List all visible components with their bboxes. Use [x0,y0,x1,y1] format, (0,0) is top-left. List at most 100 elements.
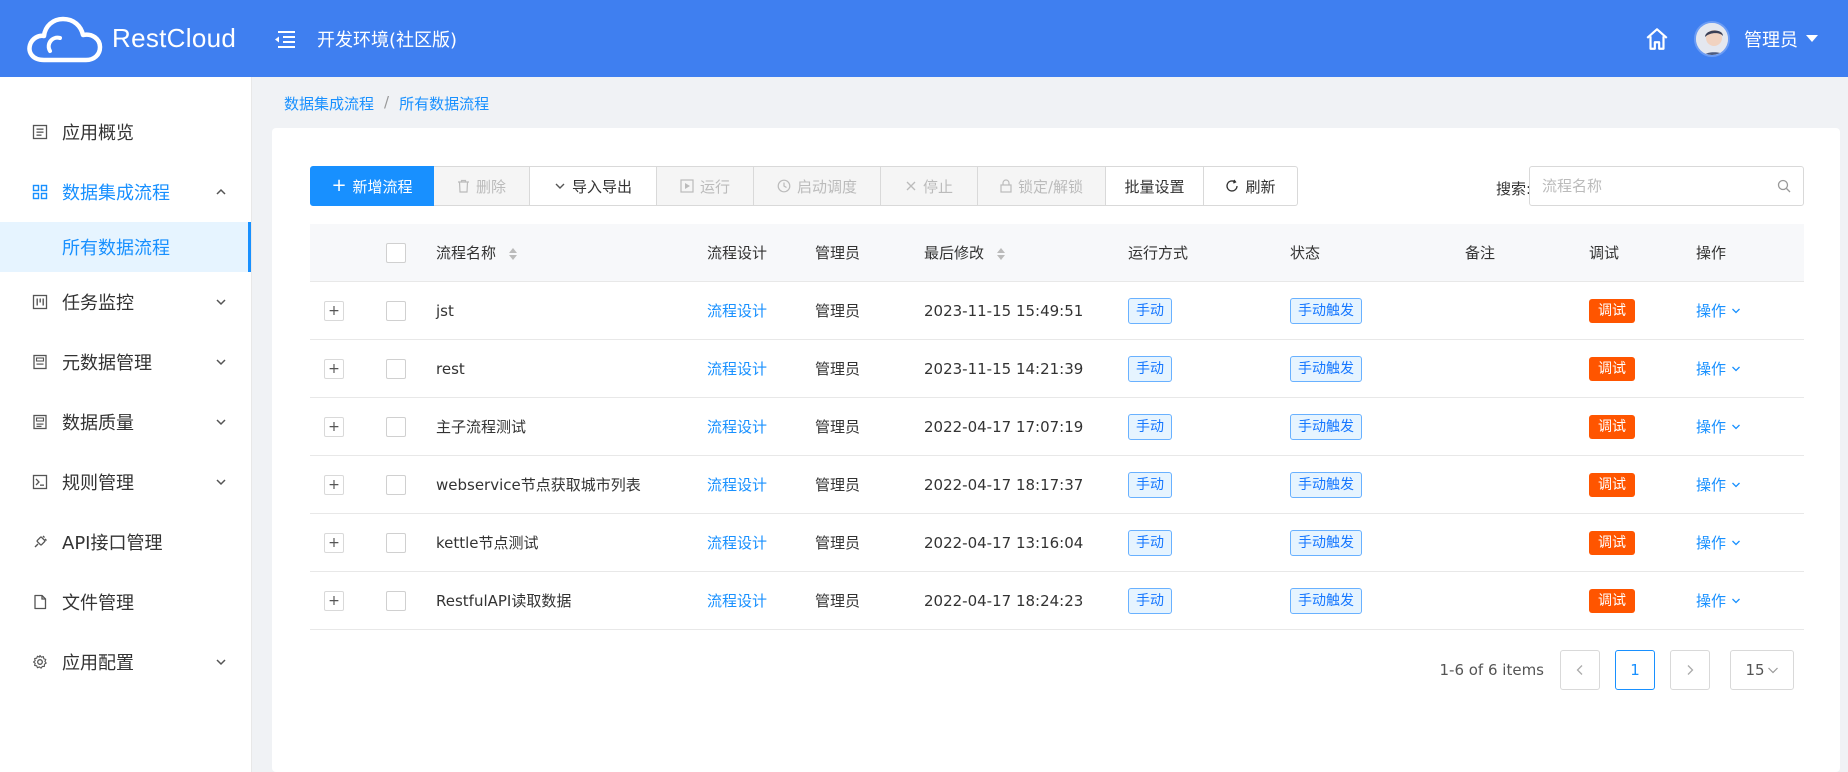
expand-row-button[interactable]: + [324,416,344,437]
ops-dropdown[interactable]: 操作 [1696,474,1741,495]
header-status: 状态 [1290,244,1321,262]
sidebar-item-data-integration[interactable]: 数据集成流程 [0,162,251,222]
select-all-checkbox[interactable] [386,242,406,263]
header-run-mode: 运行方式 [1128,244,1189,262]
search-box[interactable] [1529,166,1804,206]
status-tag: 手动触发 [1290,471,1362,498]
chevron-down-icon [1732,598,1740,603]
sidebar-item-overview[interactable]: 应用概览 [0,102,251,162]
flow-design-link[interactable]: 流程设计 [707,418,767,436]
run-mode-tag: 手动 [1128,413,1172,440]
prev-page-button[interactable] [1560,650,1600,690]
add-flow-button[interactable]: + 新增流程 [310,166,434,206]
flow-design-link[interactable]: 流程设计 [707,592,767,610]
refresh-label: 刷新 [1245,177,1276,196]
row-checkbox[interactable] [386,474,406,495]
expand-row-button[interactable]: + [324,474,344,495]
next-page-button[interactable] [1670,650,1710,690]
ops-label: 操作 [1696,534,1727,552]
import-export-button[interactable]: 导入导出 [530,166,657,206]
start-schedule-button[interactable]: 启动调度 [754,166,881,206]
ops-dropdown[interactable]: 操作 [1696,300,1741,321]
plus-icon: + [331,175,347,196]
row-checkbox[interactable] [386,590,406,611]
sidebar-item-metadata[interactable]: 元数据管理 [0,332,251,392]
status-tag: 手动触发 [1290,413,1362,440]
user-avatar-icon [1696,22,1728,55]
debug-button[interactable]: 调试 [1589,414,1635,439]
delete-button[interactable]: 删除 [434,166,530,206]
row-checkbox[interactable] [386,358,406,379]
sidebar-subitem-label: 所有数据流程 [62,238,170,259]
header-name-label: 流程名称 [436,244,497,262]
chevron-down-icon [1732,308,1740,313]
status-tag: 手动触发 [1290,587,1362,614]
search-icon[interactable] [1777,179,1791,193]
ops-dropdown[interactable]: 操作 [1696,416,1741,437]
refresh-button[interactable]: 刷新 [1204,166,1298,206]
logo[interactable]: RestCloud [0,0,247,77]
header-name[interactable]: 流程名称 [436,242,707,263]
menu-toggle-button[interactable] [273,27,297,51]
lock-unlock-button[interactable]: 锁定/解锁 [978,166,1106,206]
sidebar-item-task-monitor[interactable]: 任务监控 [0,272,251,332]
row-checkbox[interactable] [386,300,406,321]
row-checkbox[interactable] [386,532,406,553]
search-input[interactable] [1542,177,1777,195]
home-icon[interactable] [1644,26,1670,52]
chevron-down-icon [555,183,565,189]
chevron-right-icon [1687,665,1694,675]
sidebar-item-rules[interactable]: 规则管理 [0,452,251,512]
menu-fold-icon [275,30,295,48]
header-modified[interactable]: 最后修改 [924,242,1128,263]
run-button[interactable]: 运行 [657,166,754,206]
sidebar-item-label: 元数据管理 [62,353,152,374]
search-label: 搜索: [1496,180,1532,198]
expand-row-button[interactable]: + [324,358,344,379]
avatar[interactable] [1694,20,1730,57]
breadcrumb-item-all-flows[interactable]: 所有数据流程 [399,93,489,114]
ops-dropdown[interactable]: 操作 [1696,532,1741,553]
ops-dropdown[interactable]: 操作 [1696,590,1741,611]
cloud-logo-icon [27,16,103,62]
breadcrumb-item-data-integration[interactable]: 数据集成流程 [284,93,374,114]
debug-button[interactable]: 调试 [1589,356,1635,381]
run-mode-tag: 手动 [1128,355,1172,382]
flow-design-link[interactable]: 流程设计 [707,360,767,378]
ops-dropdown[interactable]: 操作 [1696,358,1741,379]
flow-design-link[interactable]: 流程设计 [707,534,767,552]
ops-label: 操作 [1696,302,1727,320]
sort-icon[interactable] [996,247,1005,260]
chevron-down-icon [216,419,226,426]
flow-design-link[interactable]: 流程设计 [707,302,767,320]
debug-button[interactable]: 调试 [1589,588,1635,613]
header-design: 流程设计 [707,244,768,262]
batch-settings-button[interactable]: 批量设置 [1106,166,1204,206]
user-name[interactable]: 管理员 [1744,26,1798,52]
sidebar-item-data-quality[interactable]: 数据质量 [0,392,251,452]
page-size-value: 15 [1745,661,1765,679]
header-modified-label: 最后修改 [924,244,985,262]
flows-table: 流程名称 流程设计 管理员 最后修改 运行方式 状态 备注 调试 操作 + js… [310,224,1804,630]
sort-icon[interactable] [508,247,517,260]
expand-row-button[interactable]: + [324,532,344,553]
row-checkbox[interactable] [386,416,406,437]
sidebar-item-files[interactable]: 文件管理 [0,572,251,632]
pagination-info: 1-6 of 6 items [1439,661,1544,679]
stop-button[interactable]: 停止 [881,166,978,206]
debug-button[interactable]: 调试 [1589,298,1635,323]
flow-admin: 管理员 [815,418,861,436]
expand-row-button[interactable]: + [324,590,344,611]
caret-down-icon[interactable] [1806,35,1818,42]
debug-button[interactable]: 调试 [1589,472,1635,497]
expand-row-button[interactable]: + [324,300,344,321]
sidebar-item-api[interactable]: API接口管理 [0,512,251,572]
run-mode-tag: 手动 [1128,529,1172,556]
sidebar-item-app-config[interactable]: 应用配置 [0,632,251,692]
page-button-current[interactable]: 1 [1615,650,1655,690]
lock-icon [1000,179,1012,193]
page-size-select[interactable]: 15 [1730,650,1794,690]
sidebar-subitem-all-flows[interactable]: 所有数据流程 [0,222,251,272]
flow-design-link[interactable]: 流程设计 [707,476,767,494]
debug-button[interactable]: 调试 [1589,530,1635,555]
